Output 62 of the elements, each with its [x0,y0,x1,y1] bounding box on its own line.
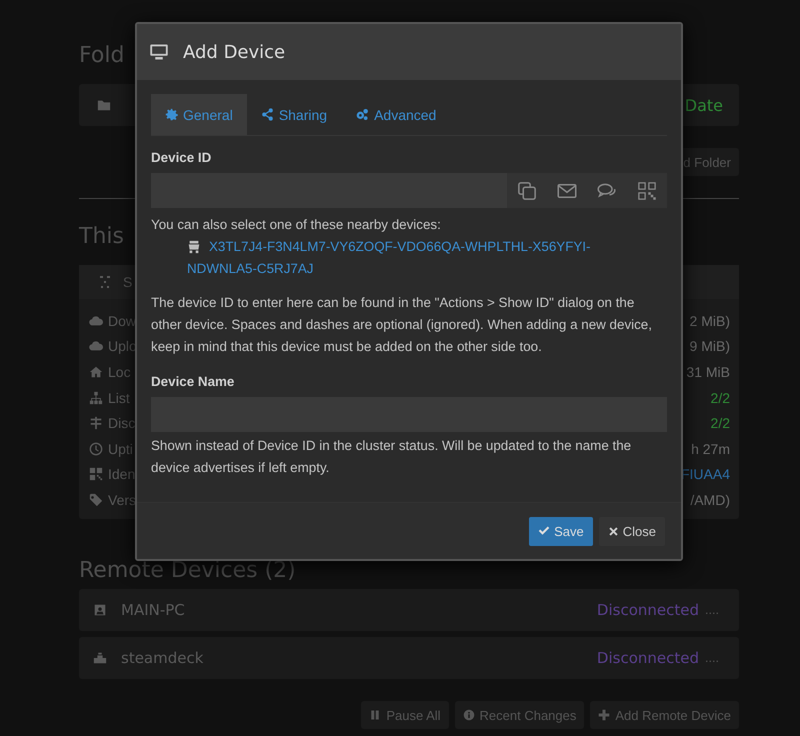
dialog-title: Add Device [183,42,286,62]
close-icon [608,526,619,536]
info-icon [462,709,475,721]
nearby-device-link[interactable]: X3TL7J4-F3N4LM7-VY6ZOQF-VDO66QA-WHPLTHL-X56YFYI-NDWNLA5-C5RJ7AJ [187,236,607,280]
tab[interactable]: Advanced [341,94,450,135]
monitor-icon [149,42,169,62]
user-frame-icon [93,603,107,617]
stat-label: Vers [108,492,136,508]
stat-value: 2/2 [710,415,730,432]
home-icon [89,364,103,379]
stat-label: Iden [108,466,136,482]
folder-status: Date [684,96,723,114]
handheld-icon [93,651,107,665]
qr-code-icon [637,180,657,200]
tag-icon [89,492,103,507]
stat-label: List [108,390,130,406]
plus-icon [598,709,610,721]
stat-value: h 27m [691,440,730,457]
stat-label: Dow [108,312,136,329]
device-status: Disconnected [596,601,699,619]
folder-icon [97,98,111,112]
stat-label: Loc [108,364,131,380]
stat-value: /AMD) [690,492,730,508]
toolbar-button[interactable]: Recent Changes [454,701,584,729]
section-heading: This [79,223,124,251]
tab[interactable]: General [151,94,247,135]
toolbar-button[interactable]: Add Remote Device [590,701,739,729]
check-icon [538,525,550,537]
clock-icon [89,442,103,456]
device-status: Disconnected [596,649,699,667]
chat-icon [597,180,617,200]
gear-icon [165,108,178,121]
stat-label: Upti [108,440,133,457]
pause-icon [369,709,382,721]
field-label: Device Name [151,373,236,391]
section-heading: Fold [79,42,124,70]
remote-device-row[interactable]: MAIN-PC Disconnected .... [79,589,739,631]
stat-value: 2/2 [710,390,730,406]
share-icon [260,108,274,121]
status-dots: .... [705,604,719,616]
tab[interactable]: Sharing [246,94,342,135]
save-button[interactable]: Save [529,516,593,546]
device-name: steamdeck [121,649,204,667]
help-text: The device ID to enter here can be found in the "Actions > Show ID" dialog on the other device. Spaces and dashes are optional (ignored). When adding a new device, keep in mind that this device must be added on the other side too. [151,294,653,356]
field-label: Device ID [151,149,212,167]
toolbar-button[interactable]: Pause All [361,701,449,729]
close-button[interactable]: Close [598,516,665,546]
signpost-icon [89,416,103,430]
status-dots: .... [705,652,719,664]
stat-value: 2 MiB) [690,312,730,329]
stat-value: 9 MiB) [690,338,730,354]
help-text: Shown instead of Device ID in the cluster status. Will be updated to the name the device advertises if left empty. [151,437,632,477]
remote-device-row[interactable]: steamdeck Disconnected .... [79,637,739,679]
device-name: MAIN-PC [121,601,185,619]
qr-code-icon [89,467,103,482]
sitemap-icon [89,390,103,405]
gears-icon [355,108,370,121]
nearby-intro: You can also select one of these nearby devices: [151,216,442,234]
copy-icon [517,180,537,200]
device-dots-icon [97,274,113,290]
stat-value: 31 MiB [686,364,730,380]
stat-label: Disc [108,415,136,432]
